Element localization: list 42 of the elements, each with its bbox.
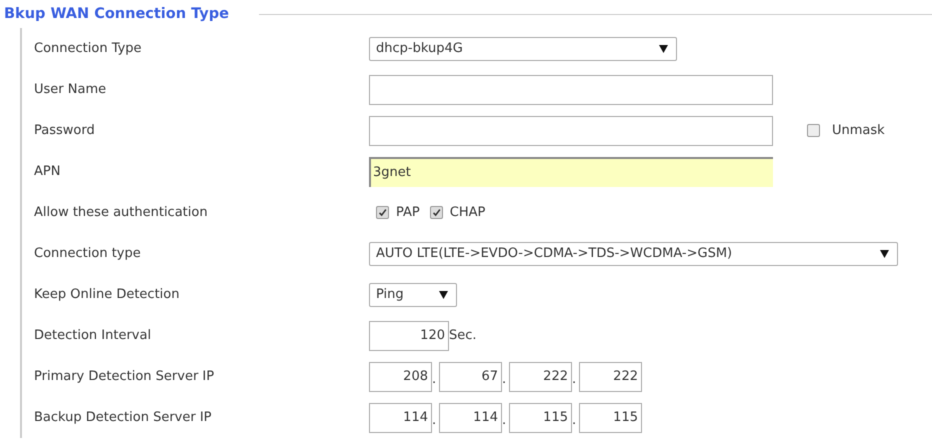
separator: . — [432, 412, 438, 430]
field-label: Password — [34, 123, 96, 138]
checkbox[interactable] — [376, 206, 389, 219]
checkbox-label: Unmask — [832, 123, 885, 138]
dropdown[interactable]: AUTO LTE(LTE->EVDO->CDMA->TDS->WCDMA->GSM) — [369, 242, 898, 266]
input-field[interactable]: 115 — [509, 402, 572, 432]
input-field[interactable] — [369, 74, 773, 104]
field-label: Primary Detection Server IP — [34, 369, 216, 384]
input-field[interactable]: 222 — [579, 362, 642, 392]
input-field[interactable]: 120 — [369, 320, 449, 350]
caret-icon — [880, 250, 889, 258]
separator: . — [502, 412, 508, 430]
input-field[interactable]: 114 — [369, 402, 432, 432]
caret-icon — [439, 290, 448, 298]
separator: . — [572, 372, 578, 388]
input-field[interactable]: 208 — [369, 362, 432, 392]
separator: . — [572, 412, 578, 430]
input-field[interactable]: 114 — [439, 402, 502, 432]
section-title: Bkup WAN Connection Type — [4, 6, 229, 22]
field-label: Connection Type — [34, 41, 143, 56]
checkbox[interactable] — [430, 206, 443, 219]
separator: . — [502, 372, 508, 388]
checkbox-label: PAP — [396, 205, 420, 220]
checkbox[interactable] — [807, 124, 820, 137]
separator: . — [432, 372, 438, 388]
input-field[interactable]: 222 — [509, 362, 572, 392]
field-label: Detection Interval — [34, 328, 152, 343]
field-label: APN — [34, 164, 62, 179]
input-field[interactable]: 115 — [579, 402, 642, 432]
dropdown[interactable]: dhcp-bkup4G — [369, 36, 677, 60]
field-label: Backup Detection Server IP — [34, 410, 213, 425]
input-field[interactable]: 67 — [439, 362, 502, 392]
unit-label: Sec. — [449, 328, 477, 343]
input-field[interactable]: 3gnet — [369, 156, 773, 186]
caret-icon — [659, 44, 668, 52]
password-field[interactable] — [369, 116, 773, 146]
field-label: User Name — [34, 82, 108, 97]
field-label: Keep Online Detection — [34, 287, 180, 302]
field-label: Connection type — [34, 246, 142, 261]
dropdown[interactable]: Ping — [369, 282, 457, 306]
field-label: Allow these authentication — [34, 205, 209, 220]
checkbox-label: CHAP — [450, 205, 486, 220]
